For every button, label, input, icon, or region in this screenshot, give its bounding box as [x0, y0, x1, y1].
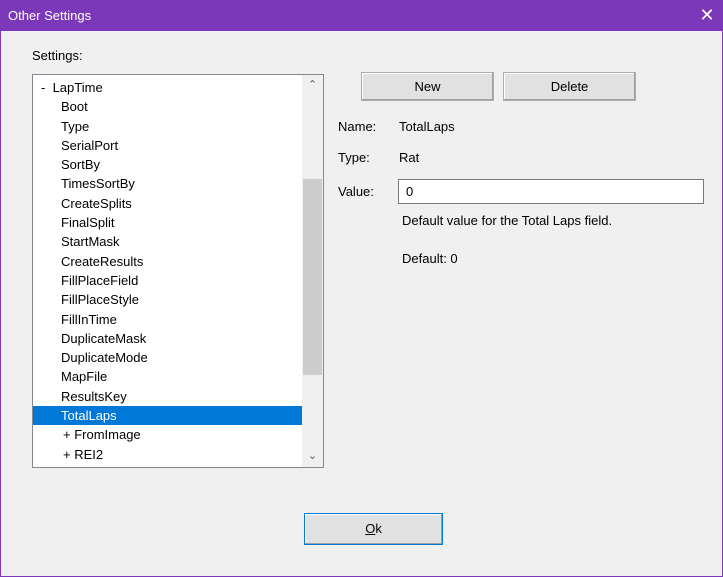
tree-item[interactable]: FinalSplit	[33, 213, 303, 232]
tree-item[interactable]: DuplicateMask	[33, 329, 303, 348]
scroll-down-icon[interactable]: ⌄	[302, 446, 323, 467]
tree-item[interactable]: FillPlaceField	[33, 271, 303, 290]
tree-item[interactable]: FillPlaceStyle	[33, 290, 303, 309]
tree-scrollbar[interactable]: ⌃ ⌄	[302, 75, 323, 467]
scroll-thumb[interactable]	[303, 179, 322, 375]
value-input[interactable]: 0	[398, 179, 704, 204]
tree-item[interactable]: SerialPort	[33, 136, 303, 155]
tree-item[interactable]: CreateSplits	[33, 194, 303, 213]
tree-node-label: LapTime	[52, 80, 103, 95]
tree-item[interactable]: ResultsKey	[33, 387, 303, 406]
tree-item[interactable]: CreateResults	[33, 252, 303, 271]
collapse-toggle[interactable]: -	[41, 80, 45, 95]
tree-item[interactable]: StartMask	[33, 232, 303, 251]
tree-item[interactable]: SortBy	[33, 155, 303, 174]
default-value-text: Default: 0	[402, 251, 458, 266]
value-label: Value:	[338, 184, 374, 199]
settings-tree[interactable]: - LapTime Boot Type SerialPort SortBy TimesS…	[32, 74, 324, 468]
tree-item-selected[interactable]: TotalLaps	[33, 406, 303, 426]
tree-node-collapsed[interactable]: + FromImage	[33, 425, 303, 444]
close-icon[interactable]: ✕	[692, 1, 722, 31]
type-label: Type:	[338, 150, 370, 165]
settings-label: Settings:	[32, 48, 83, 63]
ok-label-rest: k	[375, 521, 382, 536]
tree-item[interactable]: MapFile	[33, 367, 303, 386]
new-button[interactable]: New	[361, 72, 494, 101]
tree-node-collapsed[interactable]: + REI2	[33, 445, 303, 464]
name-value: TotalLaps	[399, 119, 455, 134]
tree-item[interactable]: FillInTime	[33, 310, 303, 329]
delete-button[interactable]: Delete	[503, 72, 636, 101]
name-label: Name:	[338, 119, 377, 134]
scroll-up-icon[interactable]: ⌃	[302, 75, 323, 96]
tree-item[interactable]: Type	[33, 117, 303, 136]
title-bar: Other Settings ✕	[1, 1, 722, 31]
ok-accelerator: O	[365, 521, 376, 536]
tree-list: - LapTime Boot Type SerialPort SortBy TimesS…	[33, 78, 303, 464]
tree-node-laptime[interactable]: - LapTime	[33, 78, 303, 97]
type-value: Rat	[399, 150, 420, 165]
tree-item[interactable]: DuplicateMode	[33, 348, 303, 367]
ok-button[interactable]: Ok	[304, 513, 443, 545]
tree-item[interactable]: TimesSortBy	[33, 174, 303, 193]
settings-dialog: Other Settings ✕ Settings: - LapTime Boo…	[0, 0, 723, 577]
setting-description: Default value for the Total Laps field.	[402, 213, 613, 228]
tree-item[interactable]: Boot	[33, 97, 303, 116]
window-title: Other Settings	[8, 8, 92, 23]
